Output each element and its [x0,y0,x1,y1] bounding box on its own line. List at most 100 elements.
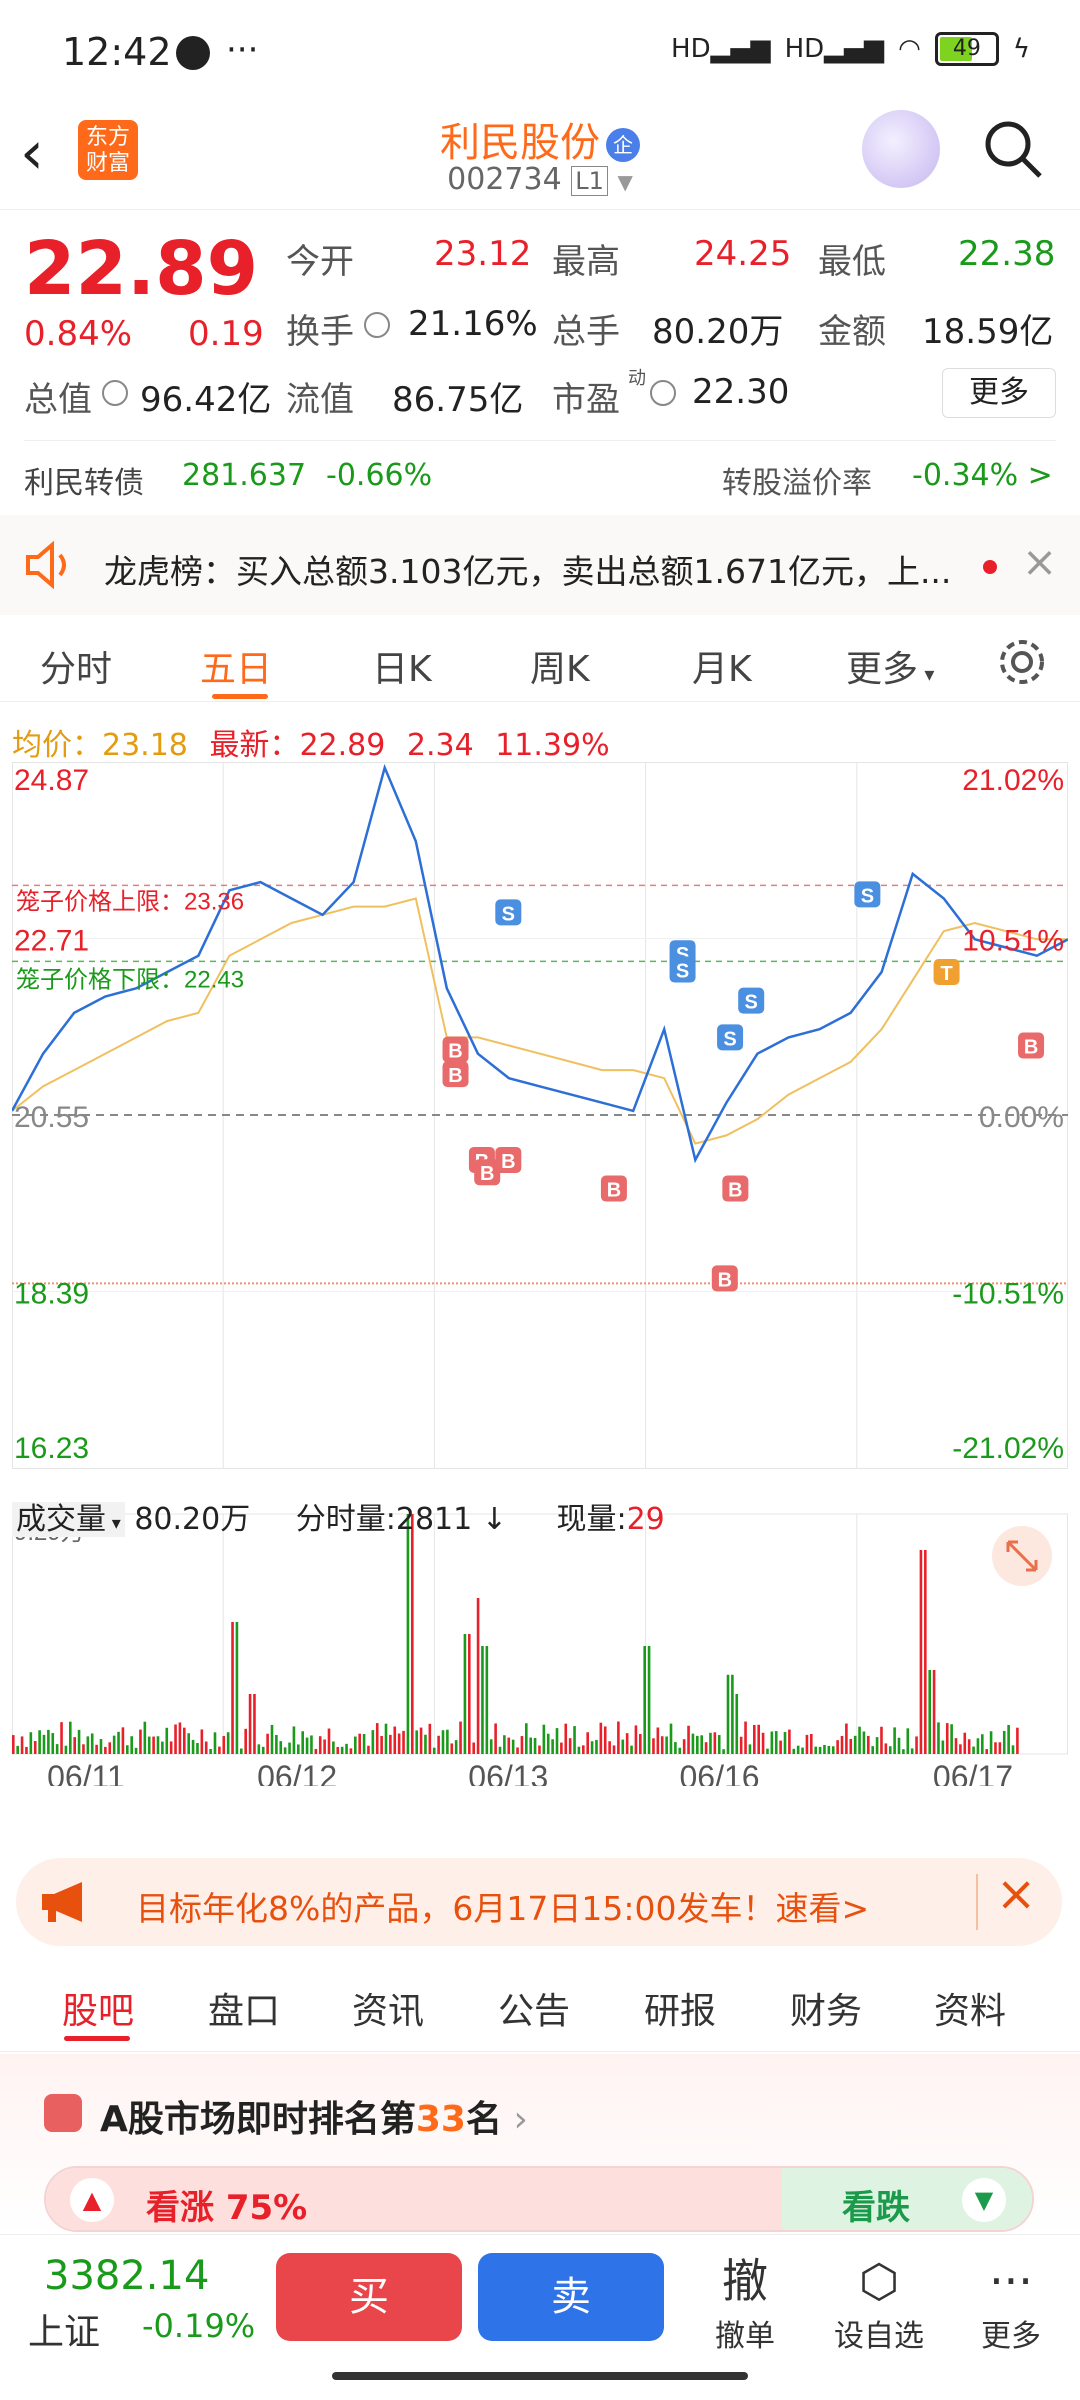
vote-up-button[interactable]: ▲ 看涨 75% [46,2168,786,2230]
volume-bar [963,1732,967,1754]
volume-bar [919,1550,923,1754]
volume-bar [625,1733,629,1754]
premium-label[interactable]: 转股溢价率 [722,458,872,502]
open-label: 今开 [286,242,354,282]
index-name[interactable]: 上证 [28,2303,100,2355]
index-value[interactable]: 3382.14 [44,2253,209,2299]
search-icon[interactable] [982,118,1044,180]
tab-pankou[interactable]: 盘口 [208,1982,280,2034]
tab-monthly-k[interactable]: 月K [692,640,752,692]
volume-bar [967,1739,971,1754]
volume-bar [314,1748,318,1754]
series-line-price [12,763,1068,1164]
last-value: 22.89 [299,728,386,763]
y-axis-label-right: 0.00% [979,1101,1064,1134]
marker-label: S [861,885,874,907]
volume-bar [498,1746,502,1754]
notice-bar[interactable]: 龙虎榜：买入总额3.103亿元，卖出总额1.671亿元，上... × [0,515,1080,615]
unread-dot [983,560,997,574]
volume-selector[interactable]: 成交量 ▾ [12,1502,125,1537]
volume-bar [717,1735,721,1754]
volume-bar [928,1670,932,1754]
tab-intraday[interactable]: 分时 [40,640,112,692]
tab-guba[interactable]: 股吧 [62,1982,134,2034]
level-badge[interactable]: L1 [571,166,608,196]
tab-weekly-k[interactable]: 周K [530,640,590,692]
marker-label: B [607,1180,621,1202]
marker-label: S [676,961,689,983]
volume-bar [735,1694,739,1754]
index-change: -0.19% [142,2307,256,2345]
marker-label: S [745,992,758,1014]
volume-bar [700,1735,703,1754]
volume-bar [805,1734,809,1754]
overflow-dots-icon: ··· [226,30,259,70]
volume-bar [823,1744,826,1754]
vote-down-button[interactable]: 看跌 ▼ [782,2168,1032,2230]
volume-bar [753,1724,756,1754]
volume-bar [867,1735,870,1754]
assistant-avatar-icon[interactable] [862,110,940,188]
more-quote-button[interactable]: 更多 [942,368,1056,418]
close-promo-icon[interactable]: × [996,1866,1036,1922]
turnover-info-icon[interactable] [364,312,390,338]
volume-bar [994,1742,997,1754]
volume-bar [976,1738,980,1754]
tab-profile[interactable]: 资料 [934,1982,1006,2034]
volume-bar [55,1744,59,1754]
x-axis-label: 06/13 [468,1759,548,1786]
cancel-order-button[interactable]: 撤 撤单 [690,2251,800,2355]
volume-bar [200,1729,204,1754]
volume-bar [893,1727,896,1754]
volume-bar [419,1727,423,1754]
tab-more[interactable]: 更多 ▾ [846,640,934,692]
tab-five-day[interactable]: 五日 [200,640,272,692]
chart-summary: 均价：23.18 最新：22.89 2.34 11.39% [12,720,610,764]
volume-bar [595,1739,598,1754]
dropdown-icon[interactable]: ▼ [617,170,632,194]
five-day-chart[interactable]: SSSSSSBBBBBBBBBT24.8722.7120.5518.3916.2… [12,762,1068,1786]
buy-button[interactable]: 买 [276,2253,462,2341]
stock-name: 利民股份 [440,120,600,166]
premium-value[interactable]: -0.34% > [912,458,1053,493]
summary-change: 2.34 [406,728,474,763]
volume-bar [906,1728,910,1754]
volume-bar [590,1741,594,1754]
volume-bar [472,1742,475,1754]
volume-bar [945,1723,949,1754]
tab-daily-k[interactable]: 日K [372,640,432,692]
volume-bar [367,1745,370,1754]
volume-bar [20,1736,24,1754]
settings-gear-icon[interactable] [996,636,1048,688]
high-value: 24.25 [694,234,792,274]
volume-bar [134,1747,138,1754]
tab-finance[interactable]: 财务 [790,1982,862,2034]
sell-button[interactable]: 卖 [478,2253,664,2341]
volume-bar [253,1694,256,1754]
tab-research[interactable]: 研报 [644,1982,716,2034]
promo-banner[interactable]: 目标年化8%的产品，6月17日15:00发车！速看> × [16,1858,1062,1946]
bond-name[interactable]: 利民转债 [24,458,144,502]
rank-text[interactable]: A股市场即时排名第33名 › [100,2090,528,2142]
volume-bar [204,1741,208,1754]
volume-bar [836,1740,839,1754]
y-axis-label-right: 10.51% [962,925,1064,958]
pe-info-icon[interactable] [650,380,676,406]
down-arrow-icon: ↓ [472,1502,507,1537]
y-axis-label-left: 16.23 [14,1432,89,1465]
volume-bar [849,1738,853,1754]
volume-bar [218,1746,221,1754]
add-watchlist-button[interactable]: ⬡ 设自选 [824,2251,934,2355]
vote-down-label: 看跌 [842,2188,910,2228]
more-menu-button[interactable]: ··· 更多 [956,2251,1066,2355]
tab-news[interactable]: 资讯 [352,1982,424,2034]
volume-bar [428,1723,432,1754]
volume-bar [621,1739,625,1754]
up-arrow-icon: ▲ [70,2178,114,2222]
pe-label: 市盈 [552,380,620,420]
volume-bar [827,1745,831,1754]
close-notice-icon[interactable]: × [1022,537,1057,586]
tab-announcements[interactable]: 公告 [498,1982,570,2034]
mktcap-info-icon[interactable] [102,380,128,406]
marker-label: B [718,1269,732,1291]
